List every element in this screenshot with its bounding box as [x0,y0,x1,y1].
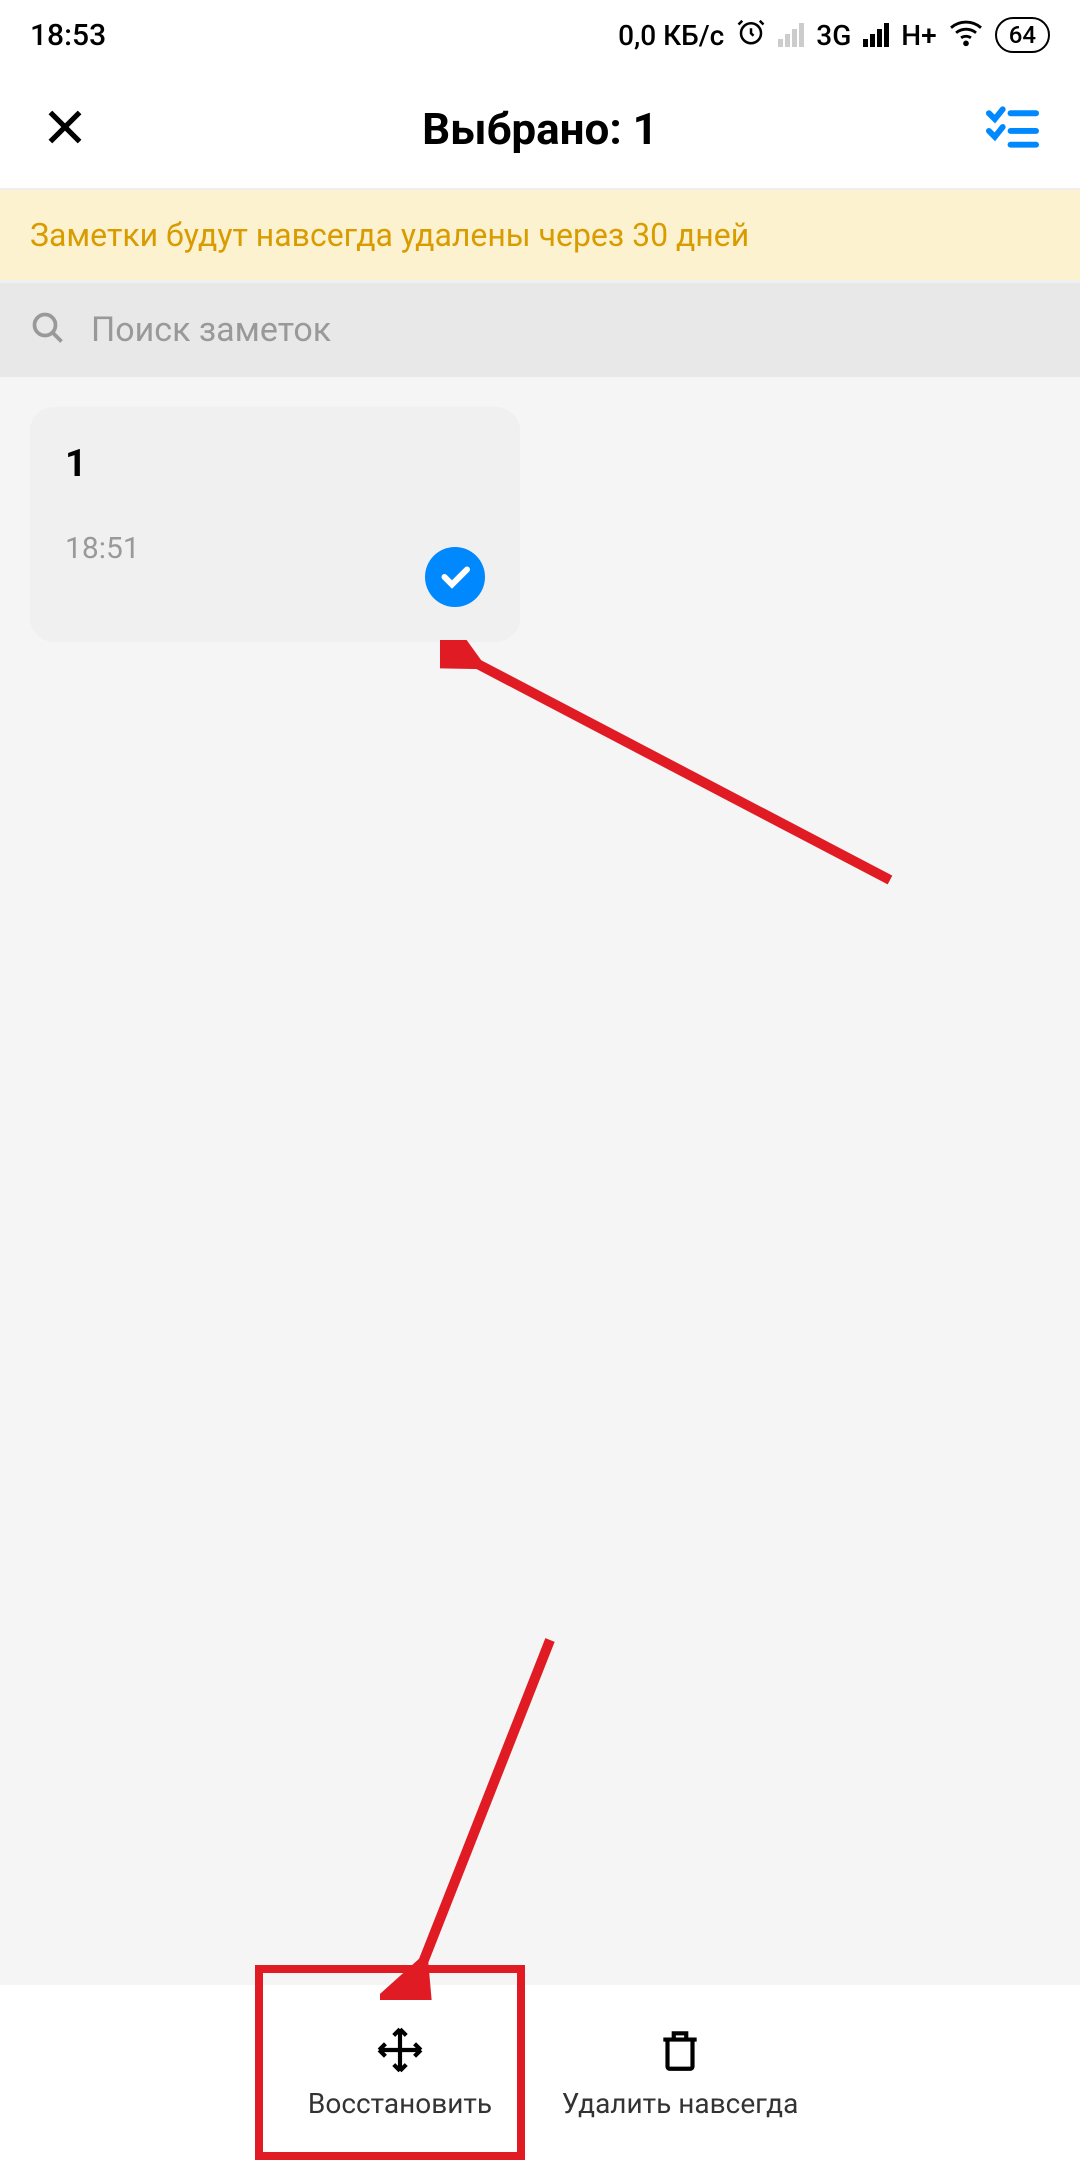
annotation-arrow-1 [440,640,920,910]
select-all-button[interactable] [985,102,1040,156]
selection-header: Выбрано: 1 [0,70,1080,190]
note-title: 1 [65,442,485,486]
alarm-icon [736,17,766,54]
restore-label: Восстановить [308,2087,492,2120]
battery-indicator: 64 [995,17,1050,53]
close-button[interactable] [40,102,90,156]
data-speed: 0,0 КБ/с [618,19,724,52]
info-banner: Заметки будут навсегда удалены через 30 … [0,190,1080,283]
network-2: H+ [901,19,936,52]
signal-1-icon [778,23,804,47]
delete-label: Удалить навсегда [562,2087,799,2120]
status-right: 0,0 КБ/с 3G H+ [618,15,1050,56]
search-icon [30,310,66,350]
network-1: 3G [816,19,851,52]
annotation-arrow-2 [380,1620,580,2000]
selected-checkmark-icon[interactable] [425,547,485,607]
restore-button[interactable]: Восстановить [260,1985,540,2160]
header-title: Выбрано: 1 [422,103,658,155]
search-bar[interactable]: Поиск заметок [0,283,1080,377]
note-time: 18:51 [65,531,485,566]
wifi-icon [949,15,983,56]
status-bar: 18:53 0,0 КБ/с 3G H+ [0,0,1080,70]
status-time: 18:53 [30,18,106,53]
delete-forever-button[interactable]: Удалить навсегда [540,1985,820,2160]
signal-2-icon [863,23,889,47]
note-card[interactable]: 1 18:51 [30,407,520,642]
search-placeholder: Поиск заметок [91,310,331,350]
banner-text: Заметки будут навсегда удалены через 30 … [30,216,1050,254]
bottom-action-bar: Восстановить Удалить навсегда [0,1985,1080,2160]
notes-list: 1 18:51 [0,377,1080,672]
